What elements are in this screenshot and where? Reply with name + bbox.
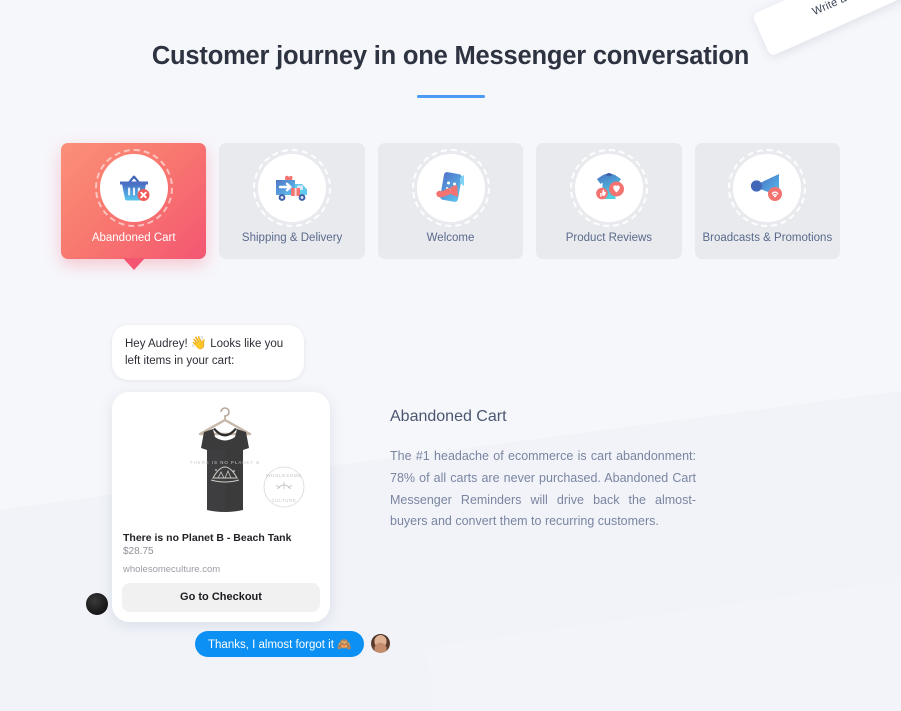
- tab-panel-content: Hey Audrey! 👋 Looks like you left items …: [0, 325, 901, 657]
- incoming-message-text-part1: Hey Audrey!: [125, 338, 188, 350]
- outgoing-message-row: Thanks, I almost forgot it 🙈: [112, 630, 391, 657]
- product-domain: wholesomeculture.com: [123, 563, 221, 575]
- phone-megaphone-icon: [411, 149, 490, 227]
- brand-logo-avatar: [86, 593, 108, 615]
- svg-text:WHOLESOME: WHOLESOME: [266, 473, 302, 478]
- shopping-basket-x-icon: [94, 149, 173, 227]
- panel-title: Abandoned Cart: [390, 408, 507, 425]
- tab-label: Broadcasts & Promotions: [702, 232, 833, 244]
- tab-label: Product Reviews: [565, 232, 653, 244]
- product-name: There is no Planet B - Beach Tank: [123, 531, 292, 544]
- panel-description: Abandoned Cart The #1 headache of ecomme…: [390, 325, 841, 657]
- product-info: There is no Planet B - Beach Tank $28.75…: [112, 528, 330, 575]
- tab-label: Shipping & Delivery: [241, 232, 343, 244]
- incoming-message-bubble: Hey Audrey! 👋 Looks like you left items …: [112, 325, 304, 380]
- svg-text:CULTURE: CULTURE: [271, 498, 296, 503]
- product-price: $28.75: [123, 545, 154, 557]
- tab-welcome[interactable]: Welcome: [377, 143, 524, 259]
- title-accent-underline: [416, 95, 485, 98]
- svg-text:THERE IS NO PLANET B: THERE IS NO PLANET B: [190, 460, 260, 465]
- tab-label: Welcome: [426, 232, 475, 244]
- outgoing-message-bubble: Thanks, I almost forgot it 🙈: [195, 630, 365, 657]
- tab-broadcasts-promotions[interactable]: Broadcasts & Promotions: [694, 143, 841, 259]
- messenger-conversation: Hey Audrey! 👋 Looks like you left items …: [0, 325, 391, 657]
- tab-abandoned-cart[interactable]: Abandoned Cart: [61, 143, 207, 270]
- tab-label: Abandoned Cart: [91, 232, 176, 244]
- delivery-truck-icon: [253, 149, 332, 227]
- user-photo-avatar: [371, 634, 391, 654]
- panel-body-text: The #1 headache of ecommerce is cart aba…: [390, 449, 696, 529]
- page-root: Customer journey in one Messenger conver…: [0, 0, 901, 711]
- megaphone-icon: [728, 149, 807, 227]
- product-image: THERE IS NO PLANET B WHOLESOME CULTURE: [112, 391, 330, 528]
- tab-product-reviews[interactable]: Product Reviews: [536, 143, 682, 259]
- product-card[interactable]: THERE IS NO PLANET B WHOLESOME CULTURE T…: [112, 391, 330, 622]
- go-to-checkout-button[interactable]: Go to Checkout: [122, 582, 320, 612]
- journey-tab-list: Abandoned Cart Shipping & Delivery Welco…: [0, 143, 901, 270]
- tshirt-thumbsup-icon: [569, 149, 648, 227]
- tab-shipping-delivery[interactable]: Shipping & Delivery: [219, 143, 365, 259]
- waving-hand-icon: 👋: [190, 335, 208, 350]
